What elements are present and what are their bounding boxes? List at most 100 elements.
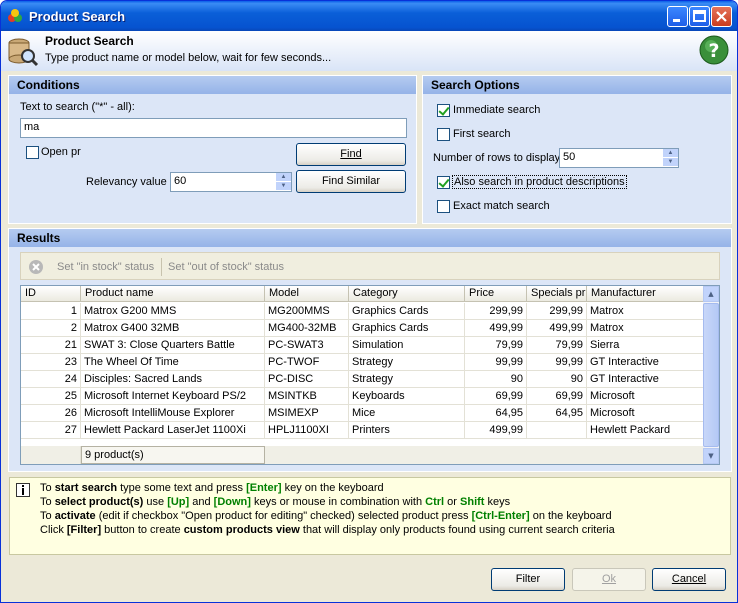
open-product-label: Open pr: [41, 146, 81, 158]
table-cell: 69,99: [465, 388, 527, 405]
column-header-product-name[interactable]: Product name: [81, 286, 265, 302]
also-search-descriptions-label: Also search in product descriptions: [452, 175, 627, 189]
table-cell: Mice: [349, 405, 465, 422]
maximize-button[interactable]: [689, 6, 710, 27]
scroll-down-arrow-icon[interactable]: ▼: [703, 448, 719, 464]
set-in-stock-button[interactable]: Set "in stock" status: [57, 261, 154, 273]
scroll-thumb[interactable]: [703, 303, 719, 447]
relevancy-value: 60: [174, 175, 187, 187]
product-search-window: Product Search Product Search Type produ…: [0, 0, 738, 603]
table-cell: 499,99: [465, 320, 527, 337]
table-cell: Microsoft: [587, 405, 704, 422]
column-header-specials-price[interactable]: Specials pri: [527, 286, 587, 302]
exact-match-checkbox[interactable]: [437, 200, 450, 213]
column-header-model[interactable]: Model: [265, 286, 349, 302]
table-cell: Microsoft IntelliMouse Explorer: [81, 405, 265, 422]
header-title: Product Search: [45, 34, 134, 48]
minimize-button[interactable]: [667, 6, 688, 27]
first-search-label: First search: [453, 128, 511, 140]
table-row[interactable]: 1 Matrox G200 MMS MG200MMS Graphics Cards 29…: [21, 303, 704, 320]
ok-button[interactable]: Ok: [572, 568, 646, 591]
table-cell: 2: [21, 320, 81, 337]
table-cell: Graphics Cards: [349, 320, 465, 337]
table-cell: Disciples: Sacred Lands: [81, 371, 265, 388]
table-cell: PC-DISC: [265, 371, 349, 388]
clear-status-icon: [28, 259, 44, 278]
results-grid: ID Product name Model Category Price Spe…: [20, 285, 720, 465]
relevancy-spinner[interactable]: ▲ ▼: [275, 173, 291, 191]
table-cell: 79,99: [527, 337, 587, 354]
header-subtitle: Type product name or model below, wait f…: [45, 52, 332, 64]
table-cell: 299,99: [527, 303, 587, 320]
table-row[interactable]: 24 Disciples: Sacred Lands PC-DISC Strategy…: [21, 371, 704, 388]
relevancy-input[interactable]: 60 ▲ ▼: [170, 172, 292, 192]
table-cell: 64,95: [465, 405, 527, 422]
table-cell: GT Interactive: [587, 354, 704, 371]
table-cell: Sierra: [587, 337, 704, 354]
column-header-price[interactable]: Price: [465, 286, 527, 302]
table-cell: 64,95: [527, 405, 587, 422]
first-search-checkbox[interactable]: [437, 128, 450, 141]
find-similar-button[interactable]: Find Similar: [296, 170, 406, 193]
table-cell: 99,99: [465, 354, 527, 371]
relevancy-label: Relevancy value: [86, 176, 167, 188]
scroll-up-arrow-icon[interactable]: ▲: [703, 286, 719, 302]
find-button[interactable]: Find: [296, 143, 406, 166]
table-cell: [527, 422, 587, 439]
search-options-panel: Search Options Immediate search First se…: [422, 75, 732, 224]
results-heading: Results: [9, 229, 731, 247]
filter-button[interactable]: Filter: [491, 568, 565, 591]
table-cell: HPLJ1100XI: [265, 422, 349, 439]
table-cell: 90: [527, 371, 587, 388]
table-cell: GT Interactive: [587, 371, 704, 388]
conditions-heading: Conditions: [9, 76, 416, 94]
table-cell: Strategy: [349, 371, 465, 388]
table-row[interactable]: 2 Matrox G400 32MB MG400-32MB Graphics Card…: [21, 320, 704, 337]
table-row[interactable]: 25 Microsoft Internet Keyboard PS/2 MSINTK…: [21, 388, 704, 405]
cancel-button[interactable]: Cancel: [652, 568, 726, 591]
also-search-descriptions-checkbox[interactable]: [437, 176, 450, 189]
table-cell: Simulation: [349, 337, 465, 354]
table-cell: MG200MMS: [265, 303, 349, 320]
grid-vertical-scrollbar[interactable]: ▲ ▼: [703, 286, 719, 464]
open-product-checkbox[interactable]: [26, 146, 39, 159]
table-cell: 21: [21, 337, 81, 354]
table-cell: MSINTKB: [265, 388, 349, 405]
column-header-category[interactable]: Category: [349, 286, 465, 302]
table-row[interactable]: 27 Hewlett Packard LaserJet 1100Xi HPLJ110…: [21, 422, 704, 439]
table-cell: Strategy: [349, 354, 465, 371]
table-cell: Hewlett Packard LaserJet 1100Xi: [81, 422, 265, 439]
table-row[interactable]: 23 The Wheel Of Time PC-TWOF Strategy 99,99 9…: [21, 354, 704, 371]
grid-footer: 9 product(s): [21, 446, 704, 464]
table-row[interactable]: 26 Microsoft IntelliMouse Explorer MSIMEXP…: [21, 405, 704, 422]
results-toolbar: Set "in stock" status Set "out of stock"…: [20, 252, 720, 280]
search-input[interactable]: ma: [20, 118, 407, 138]
svg-text:?: ?: [708, 40, 719, 62]
table-cell: 499,99: [465, 422, 527, 439]
rows-spinner[interactable]: ▲ ▼: [662, 149, 678, 167]
conditions-panel: Conditions Text to search ("*" - all): m…: [8, 75, 417, 224]
immediate-search-checkbox[interactable]: [437, 104, 450, 117]
help-icon[interactable]: ?: [698, 33, 730, 70]
table-cell: MSIMEXP: [265, 405, 349, 422]
table-cell: Graphics Cards: [349, 303, 465, 320]
close-button[interactable]: [711, 6, 732, 27]
table-row[interactable]: 21 SWAT 3: Close Quarters Battle PC-SWAT3 S…: [21, 337, 704, 354]
table-cell: Matrox G400 32MB: [81, 320, 265, 337]
column-header-id[interactable]: ID: [21, 286, 81, 302]
app-icon: [7, 8, 23, 24]
set-out-of-stock-button[interactable]: Set "out of stock" status: [168, 261, 284, 273]
table-cell: 23: [21, 354, 81, 371]
table-cell: Hewlett Packard: [587, 422, 704, 439]
table-cell: Matrox: [587, 303, 704, 320]
window-title: Product Search: [29, 8, 126, 24]
cancel-button-label: Cancel: [671, 573, 707, 585]
info-box: To start search type some text and press…: [9, 477, 731, 555]
rows-to-display-input[interactable]: 50 ▲ ▼: [559, 148, 679, 168]
column-header-manufacturer[interactable]: Manufacturer: [587, 286, 704, 302]
table-cell: Microsoft Internet Keyboard PS/2: [81, 388, 265, 405]
table-cell: 299,99: [465, 303, 527, 320]
grid-header: ID Product name Model Category Price Spe…: [21, 286, 704, 302]
database-search-icon: [7, 34, 39, 71]
table-cell: 79,99: [465, 337, 527, 354]
